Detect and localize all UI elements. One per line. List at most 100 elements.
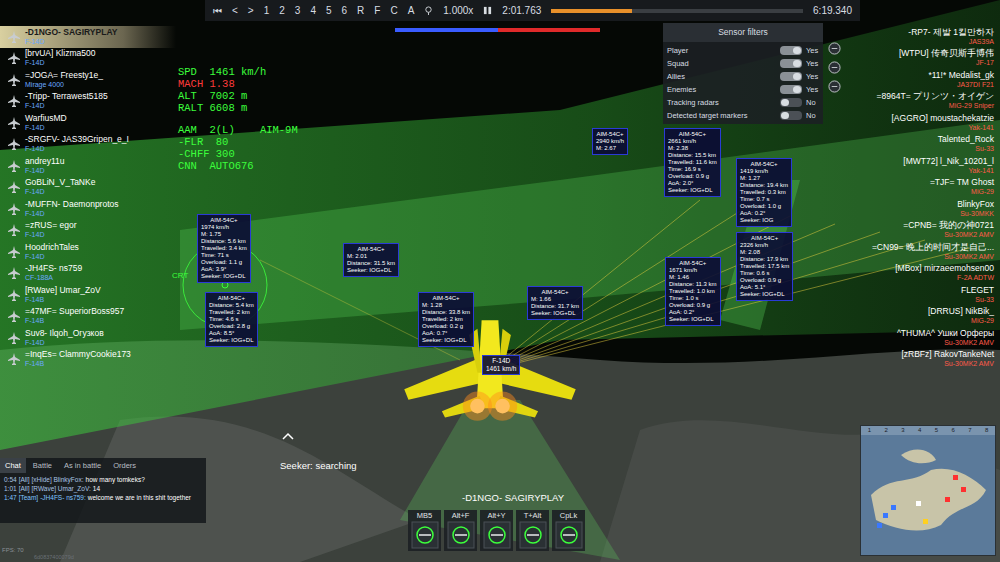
enemy-row[interactable]: =CN99= 晚上的时间才是自己...Su-30MK2 AMV xyxy=(856,241,994,263)
pause-icon[interactable] xyxy=(483,6,492,15)
camera-button[interactable]: 6 xyxy=(342,3,348,18)
camera-button[interactable]: 5 xyxy=(326,3,332,18)
ally-row[interactable]: Suv8- Ilqoh_ОгузковF-14D xyxy=(0,327,176,349)
view-option-icon[interactable] xyxy=(828,42,841,55)
replay-control[interactable]: < xyxy=(232,3,238,18)
toggle-switch[interactable] xyxy=(780,72,802,81)
chat-tab[interactable]: As in battle xyxy=(59,458,106,473)
missile-info: AIM-54C+M: 1.28Distance: 33.8 kmTravelle… xyxy=(418,292,474,347)
enemy-row[interactable]: [AGGRO] moustachekatzieYak-141 xyxy=(856,112,994,134)
toolbar-button[interactable]: T+Alt xyxy=(516,510,549,551)
toggle-switch[interactable] xyxy=(780,46,802,55)
enemy-row[interactable]: =8964T= プリンツ・オイゲンMiG-29 Sniper xyxy=(856,91,994,113)
chat-tab[interactable]: Chat xyxy=(0,458,26,473)
hud-line: RALT 6608 m xyxy=(178,102,298,114)
plane-icon xyxy=(8,224,20,236)
toolbar-button[interactable]: Alt+Y xyxy=(480,510,513,551)
ally-row[interactable]: =InqEs= ClammyCookie173F-14B xyxy=(0,349,176,371)
camera-button[interactable]: F xyxy=(374,3,380,18)
replay-control[interactable]: ⏮ xyxy=(213,3,222,18)
player-name: Talented_Rock xyxy=(938,135,994,144)
enemy-row[interactable]: ^THUMA^ Ушки ОрферыSu-30MK2 AMV xyxy=(856,327,994,349)
toggle-switch[interactable] xyxy=(780,111,802,120)
enemy-row[interactable]: -RP7- 제발 1킬만하자JAS39A xyxy=(856,26,994,48)
enemy-row[interactable]: FLEGETSu-33 xyxy=(856,284,994,306)
toggle-switch[interactable] xyxy=(780,59,802,68)
ally-row[interactable]: -D1NGO- SAGIRYPLAYF-14D xyxy=(0,26,176,48)
player-name: -Tripp- Terrawest5185 xyxy=(25,92,108,101)
enemy-row[interactable]: [DRRUS] NikBik_MiG-29 xyxy=(856,306,994,328)
camera-button[interactable]: 4 xyxy=(310,3,316,18)
vehicle-name: Yak-141 xyxy=(968,166,994,175)
filter-row[interactable]: PlayerYes xyxy=(667,44,819,57)
map-marker xyxy=(953,475,958,480)
ally-row[interactable]: =JOGA= Freesty1e_Mirage 4000 xyxy=(0,69,176,91)
chevron-up-icon[interactable] xyxy=(282,432,294,440)
vehicle-name: F-14D xyxy=(25,338,104,347)
plane-icon xyxy=(8,31,20,43)
filter-row[interactable]: AlliesYes xyxy=(667,70,819,83)
replay-control[interactable]: > xyxy=(248,3,254,18)
ally-row[interactable]: HoodrichTalesF-14D xyxy=(0,241,176,263)
action-icon xyxy=(447,521,475,549)
filter-row[interactable]: EnemiesYes xyxy=(667,83,819,96)
player-name: [zRBFz] RakovTankeNet xyxy=(901,350,994,359)
ally-row[interactable]: -Tripp- Terrawest5185F-14D xyxy=(0,91,176,113)
player-name: ^THUMA^ Ушки Орферы xyxy=(897,329,994,338)
enemy-row[interactable]: [zRBFz] RakovTankeNetSu-30MK2 AMV xyxy=(856,349,994,371)
ally-row[interactable]: WarfiusMDF-14D xyxy=(0,112,176,134)
camera-button[interactable]: C xyxy=(390,3,397,18)
enemy-row[interactable]: *11!* Medalist_gkJA37DI F21 xyxy=(856,69,994,91)
ally-row[interactable]: [brvUA] Klizma500F-14D xyxy=(0,48,176,70)
enemy-row[interactable]: Talented_RockSu-33 xyxy=(856,134,994,156)
enemy-row[interactable]: BlinkyFoxSu-30MKK xyxy=(856,198,994,220)
toggle-switch[interactable] xyxy=(780,85,802,94)
camera-button[interactable]: 2 xyxy=(279,3,285,18)
camera-button[interactable]: A xyxy=(408,3,415,18)
player-name: GoBLiN_V_TaNKe xyxy=(25,178,95,187)
seeker-status: Seeker: searching xyxy=(280,459,357,473)
player-name: FLEGET xyxy=(961,286,994,295)
grid-label: 6 xyxy=(951,426,954,435)
ally-row[interactable]: -SRGFV- JAS39Gripen_e_IF-14D xyxy=(0,134,176,156)
enemy-row[interactable]: [MWT72] l_Nik_10201_lYak-141 xyxy=(856,155,994,177)
speed-label[interactable]: 1.000x xyxy=(443,3,473,18)
chat-tab[interactable]: Orders xyxy=(108,458,141,473)
ally-row[interactable]: =47MF= SuperiorBoss957F-14B xyxy=(0,306,176,328)
chat-tab[interactable]: Battle xyxy=(28,458,57,473)
camera-button[interactable]: 3 xyxy=(295,3,301,18)
ally-row[interactable]: [RWave] Umar_ZoVF-14B xyxy=(0,284,176,306)
enemy-row[interactable]: =CPNB= 我的の神0721Su-30MK2 AMV xyxy=(856,220,994,242)
ally-row[interactable]: =zRUS= egorF-14D xyxy=(0,220,176,242)
plane-icon xyxy=(8,310,20,322)
camera-button[interactable]: R xyxy=(357,3,364,18)
filter-row[interactable]: Detected target markersNo xyxy=(667,109,819,122)
player-name-label: -D1NGO- SAGIRYPLAY xyxy=(462,491,564,505)
camera-button[interactable]: 1 xyxy=(264,3,270,18)
view-option-icon[interactable] xyxy=(828,80,841,93)
ally-row[interactable]: andrey11uF-14D xyxy=(0,155,176,177)
toolbar-button[interactable]: Alt+F xyxy=(444,510,477,551)
ally-row[interactable]: -MUFFN- DaemonprotosF-14D xyxy=(0,198,176,220)
timeline[interactable] xyxy=(551,9,803,13)
enemy-row[interactable]: =TJF= TM GhostMiG-29 xyxy=(856,177,994,199)
toolbar-button[interactable]: CpLk xyxy=(552,510,585,551)
filter-row[interactable]: Tracking radarsNo xyxy=(667,96,819,109)
plane-icon xyxy=(8,95,20,107)
enemy-row[interactable]: [MBox] mirzaeemohsen00F-2A ADTW xyxy=(856,263,994,285)
missile-info: AIM-54C+Distance: 5.4 kmTravelled: 2 kmT… xyxy=(205,292,258,347)
vehicle-name: CF-188A xyxy=(25,273,82,282)
vehicle-name: F-14B xyxy=(25,359,131,368)
toolbar-button[interactable]: MB5 xyxy=(408,510,441,551)
toggle-switch[interactable] xyxy=(780,98,802,107)
pin-icon[interactable] xyxy=(424,6,433,15)
ally-row[interactable]: GoBLiN_V_TaNKeF-14D xyxy=(0,177,176,199)
ally-row[interactable]: -JH4FS- ns759CF-188A xyxy=(0,263,176,285)
enemy-row[interactable]: [WTPU] 传奇贝斯手博伟JF-17 xyxy=(856,48,994,70)
reticle-label: CRT xyxy=(172,270,188,282)
vehicle-name: F-14D xyxy=(25,144,129,153)
minimap[interactable]: 12345678 xyxy=(860,425,996,556)
hud-line: -CHFF 300 xyxy=(178,148,298,160)
view-option-icon[interactable] xyxy=(828,61,841,74)
filter-row[interactable]: SquadYes xyxy=(667,57,819,70)
